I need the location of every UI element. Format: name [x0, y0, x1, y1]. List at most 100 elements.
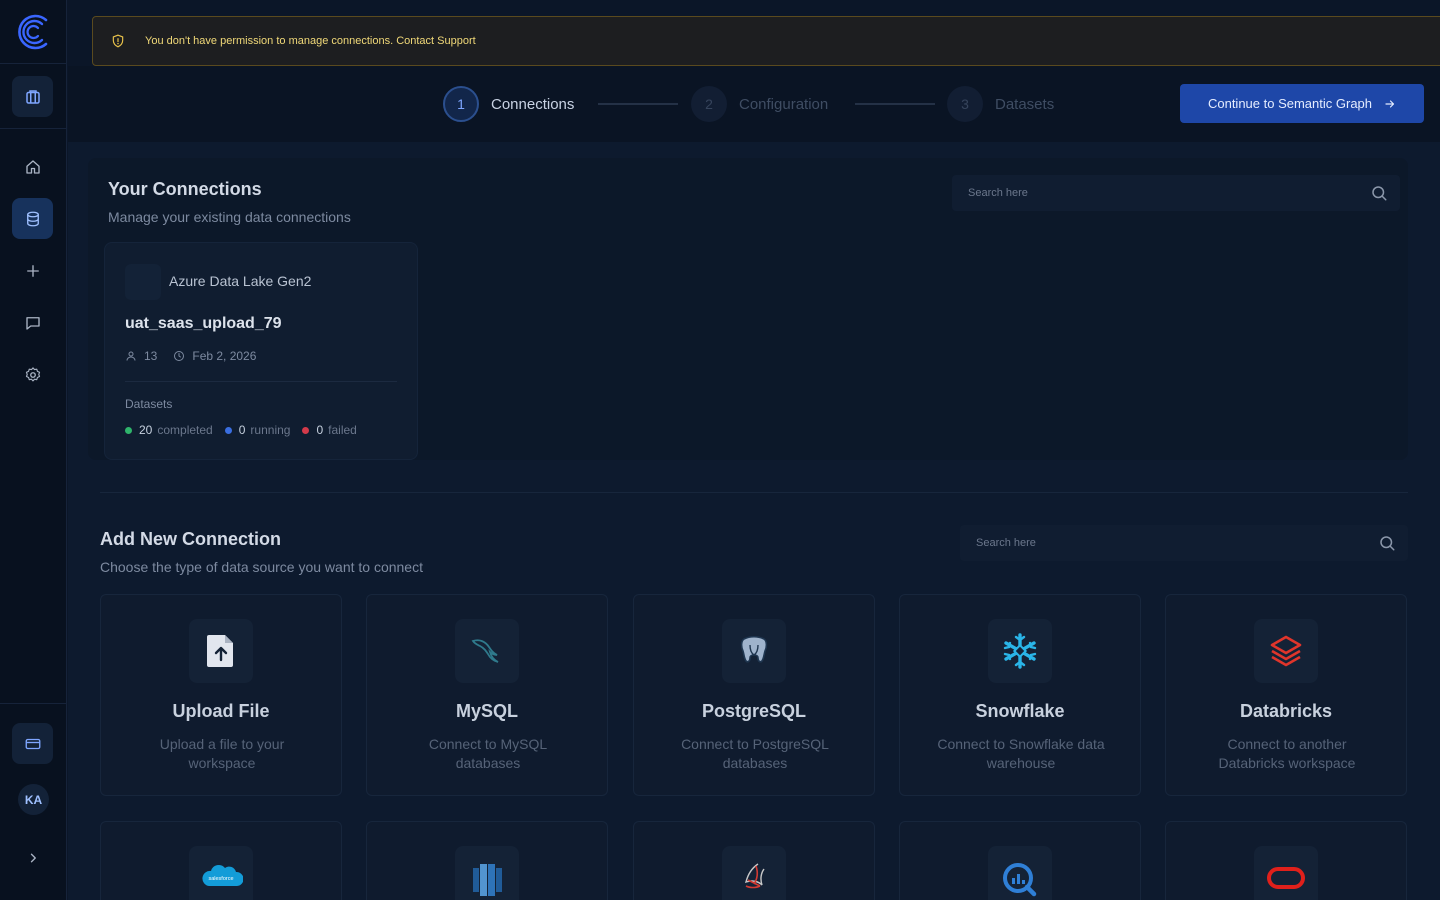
chat-icon	[25, 316, 40, 330]
chevron-right-icon	[30, 853, 36, 862]
sidebar: KA	[0, 0, 67, 900]
clock-icon	[174, 351, 185, 361]
credit-card-icon	[25, 738, 40, 749]
upload-file-icon	[189, 619, 253, 683]
oracle-icon	[1254, 846, 1318, 900]
source-card-sql-server[interactable]	[633, 821, 875, 900]
running-count: 0	[238, 423, 246, 437]
source-title: PostgreSQL	[701, 701, 807, 721]
step-connector	[855, 103, 935, 105]
source-description: Connect to another Databricks workspace	[1218, 736, 1356, 771]
gear-icon	[25, 366, 40, 381]
step-connections[interactable]: 1 Connections	[443, 86, 574, 122]
source-card-upload-file[interactable]: Upload File Upload a file to your worksp…	[100, 594, 342, 796]
add-connection-title: Add New Connection	[100, 529, 281, 549]
section-divider	[100, 492, 1408, 493]
user-avatar[interactable]: KA	[18, 784, 49, 815]
connections-search-input[interactable]	[968, 187, 1370, 199]
source-search-input[interactable]	[976, 537, 1378, 549]
sidebar-item-add[interactable]	[12, 250, 53, 291]
completed-dot	[125, 426, 132, 434]
step-connector	[598, 103, 678, 105]
shield-warning-icon	[112, 34, 124, 48]
workspace-button[interactable]	[12, 76, 53, 117]
dataset-stats: 20 completed 0 running 0 failed	[125, 423, 369, 437]
source-title: Snowflake	[975, 701, 1065, 721]
completed-label: completed	[157, 423, 213, 437]
expand-sidebar-button[interactable]	[12, 837, 53, 878]
app-logo-icon[interactable]	[14, 12, 52, 52]
sidebar-divider	[0, 128, 67, 129]
sidebar-item-settings[interactable]	[12, 354, 53, 395]
mysql-icon	[455, 619, 519, 683]
completed-count: 20	[139, 423, 153, 437]
redshift-icon	[455, 846, 519, 900]
source-card-snowflake[interactable]: Snowflake Connect to Snowflake data ware…	[899, 594, 1141, 796]
azure-data-lake-icon	[125, 264, 161, 300]
sidebar-divider	[0, 703, 67, 704]
add-connection-subtitle: Choose the type of data source you want …	[100, 559, 423, 575]
connection-type: Azure Data Lake Gen2	[169, 273, 312, 289]
running-dot	[224, 426, 232, 434]
source-card-postgresql[interactable]: PostgreSQL Connect to PostgreSQL databas…	[633, 594, 875, 796]
qlik-icon	[988, 846, 1052, 900]
connection-date: Feb 2, 2026	[192, 349, 257, 363]
stepper-bar: 1 Connections 2 Configuration 3 Datasets…	[68, 66, 1440, 142]
source-card-redshift[interactable]	[366, 821, 608, 900]
sql-server-icon	[722, 846, 786, 900]
step-label: Datasets	[995, 95, 1055, 113]
step-label: Connections	[491, 95, 575, 113]
alert-message: You don't have permission to manage conn…	[145, 35, 476, 47]
database-icon	[26, 211, 39, 226]
home-icon	[25, 159, 40, 174]
connections-search	[952, 175, 1400, 211]
step-number: 2	[691, 86, 727, 122]
postgresql-icon	[722, 619, 786, 683]
your-connections-title: Your Connections	[108, 179, 262, 199]
step-datasets: 3 Datasets	[947, 86, 1054, 122]
sidebar-item-chat[interactable]	[12, 302, 53, 343]
source-search	[960, 525, 1408, 561]
step-label: Configuration	[739, 95, 829, 113]
source-card-mysql[interactable]: MySQL Connect to MySQL databases	[366, 594, 608, 796]
connection-users-count: 13	[144, 349, 158, 363]
source-description: Connect to PostgreSQL databases	[681, 736, 829, 771]
source-description: Connect to Snowflake data warehouse	[937, 736, 1105, 771]
connection-card[interactable]: Azure Data Lake Gen2 uat_saas_upload_79 …	[104, 242, 418, 460]
source-description: Upload a file to your workspace	[159, 736, 285, 771]
billing-button[interactable]	[12, 723, 53, 764]
plus-icon	[26, 264, 39, 277]
step-number: 1	[443, 86, 479, 122]
arrow-right-icon	[1385, 99, 1395, 108]
step-number: 3	[947, 86, 983, 122]
source-card-databricks[interactable]: Databricks Connect to another Databricks…	[1165, 594, 1407, 796]
salesforce-icon: salesforce	[189, 846, 253, 900]
datasets-label: Datasets	[125, 397, 173, 411]
user-icon	[126, 351, 136, 361]
source-card-salesforce[interactable]: salesforce	[100, 821, 342, 900]
permission-alert: You don't have permission to manage conn…	[92, 16, 1440, 66]
connection-meta: 13 Feb 2, 2026	[125, 349, 256, 363]
failed-label: failed	[328, 423, 357, 437]
card-divider	[125, 381, 397, 382]
connection-name: uat_saas_upload_79	[125, 315, 282, 332]
source-card-oracle[interactable]	[1165, 821, 1407, 900]
source-card-qlik[interactable]	[899, 821, 1141, 900]
databricks-icon	[1254, 619, 1318, 683]
snowflake-icon	[988, 619, 1052, 683]
step-configuration: 2 Configuration	[691, 86, 828, 122]
source-title: MySQL	[455, 701, 518, 721]
source-title: Upload File	[172, 701, 270, 721]
sidebar-divider	[0, 63, 67, 64]
sidebar-item-data[interactable]	[12, 198, 53, 239]
your-connections-subtitle: Manage your existing data connections	[108, 209, 351, 225]
running-label: running	[250, 423, 291, 437]
search-icon[interactable]	[1370, 184, 1388, 202]
source-title: Databricks	[1239, 701, 1333, 721]
sidebar-item-home[interactable]	[12, 146, 53, 187]
failed-count: 0	[316, 423, 324, 437]
search-icon[interactable]	[1378, 534, 1396, 552]
continue-to-semantic-graph-button[interactable]: Continue to Semantic Graph	[1180, 84, 1424, 123]
continue-button-label: Continue to Semantic Graph	[1207, 96, 1373, 111]
salesforce-logo-text: salesforce	[208, 876, 233, 882]
